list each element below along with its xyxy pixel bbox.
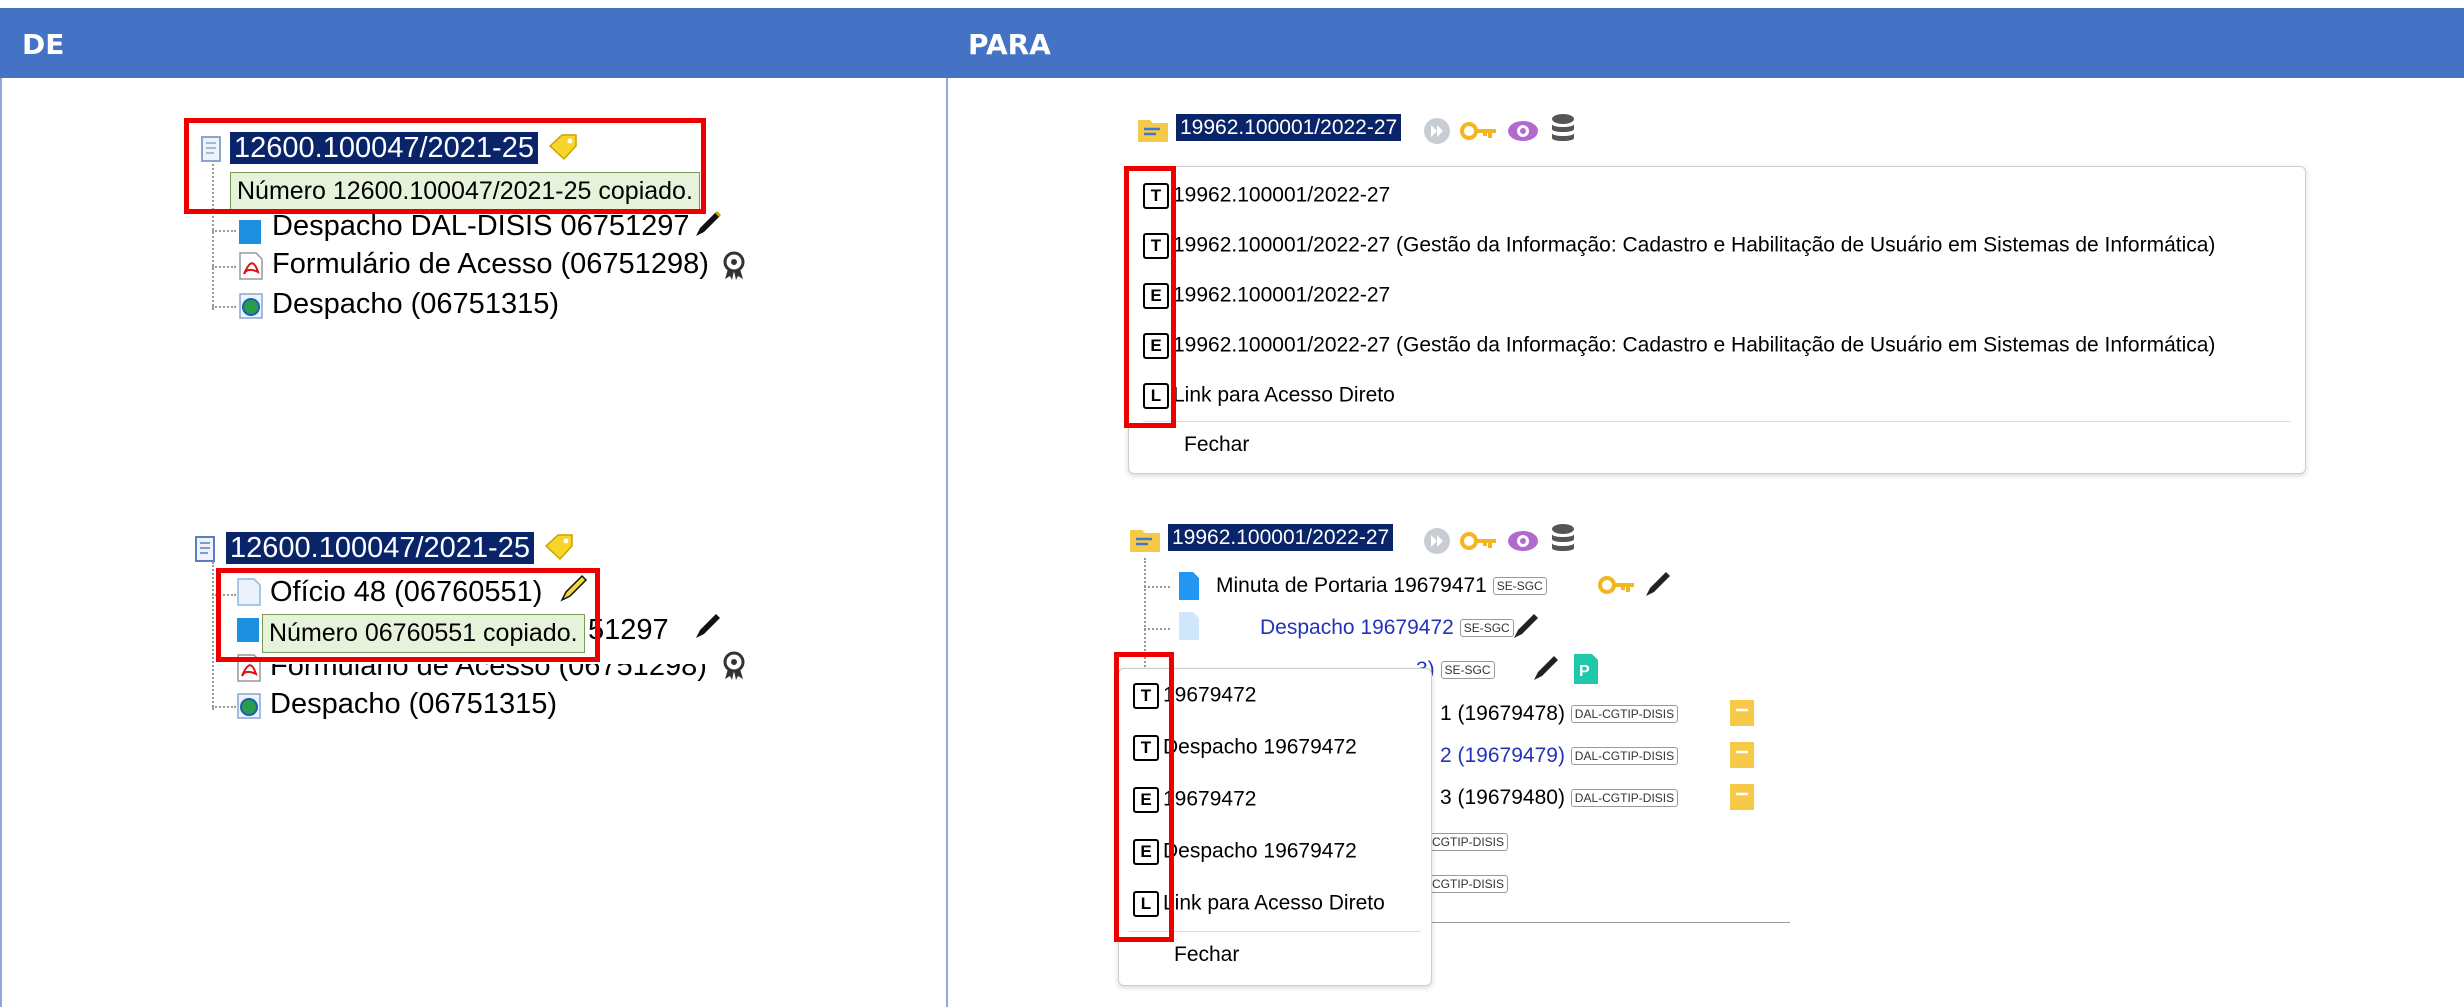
archive-icon[interactable] [1728, 698, 1756, 728]
tree-line [1144, 586, 1170, 588]
unit-tag: DAL-CGTIP-DISIS [1570, 789, 1679, 808]
process-number[interactable]: 12600.100047/2021-25 [226, 532, 534, 564]
tree-separator [1430, 922, 1790, 923]
unit-tag: CGTIP-DISIS [1428, 875, 1509, 894]
certificate-icon[interactable] [718, 650, 750, 682]
unit-tag: CGTIP-DISIS [1428, 833, 1509, 852]
menu-item-copy-number-description[interactable]: T 19962.100001/2022-27 (Gestão da Informa… [1143, 233, 2215, 259]
tree-line [212, 230, 236, 232]
pen-icon[interactable] [690, 610, 724, 644]
doc-partial-4[interactable]: 1 (19679478) [1440, 702, 1565, 725]
process-number[interactable]: 19962.100001/2022-27 [1168, 524, 1394, 551]
document-icon [239, 220, 261, 244]
folder-icon[interactable] [1136, 114, 1170, 144]
eye-icon[interactable] [1506, 526, 1540, 556]
tree-line [212, 266, 236, 268]
doc-minuta[interactable]: Minuta de Portaria 19679471 [1216, 574, 1487, 597]
eye-icon[interactable] [1506, 116, 1540, 146]
folder-icon[interactable] [1128, 524, 1162, 554]
key-icon[interactable] [1460, 526, 1500, 556]
unit-tag: DAL-CGTIP-DISIS [1570, 705, 1679, 724]
web-document-icon [239, 293, 263, 319]
doc-despacho[interactable]: Despacho 19679472 [1260, 616, 1454, 639]
publish-icon[interactable]: P [1572, 652, 1600, 686]
menu-separator [1143, 421, 2291, 422]
fast-forward-icon[interactable] [1422, 526, 1452, 556]
process-number[interactable]: 19962.100001/2022-27 [1176, 114, 1402, 141]
pdf-icon [239, 252, 263, 280]
tag-icon[interactable] [542, 532, 576, 562]
tree-line [212, 706, 236, 708]
para-header: PARA [968, 28, 1051, 61]
tree-line [212, 562, 214, 710]
copy-menu: T 19962.100001/2022-27 T 19962.100001/2022… [1128, 166, 2306, 474]
doc-partial-6[interactable]: 3 (19679480) [1440, 786, 1565, 809]
unit-tag: SE-SGC [1492, 577, 1547, 596]
fast-forward-icon[interactable] [1422, 116, 1452, 146]
pen-icon[interactable] [1528, 652, 1562, 686]
pen-icon[interactable] [1508, 610, 1542, 644]
menu-item-editor-number-description[interactable]: E 19962.100001/2022-27 (Gestão da Informa… [1143, 333, 2215, 359]
key-icon[interactable] [1460, 116, 1500, 146]
doc-formulario[interactable]: Formulário de Acesso (06751298) [272, 248, 709, 281]
doc-despacho[interactable]: Despacho (06751315) [270, 688, 557, 721]
archive-icon[interactable] [1728, 740, 1756, 770]
menu-item-direct-link[interactable]: L Link para Acesso Direto [1143, 383, 1395, 409]
document-icon [1179, 612, 1199, 640]
highlight-box [216, 568, 600, 662]
menu-close-button[interactable]: Fechar [1174, 943, 1239, 967]
database-icon[interactable] [1548, 522, 1578, 556]
unit-tag: DAL-CGTIP-DISIS [1570, 747, 1679, 766]
column-divider [946, 78, 948, 1007]
menu-item-editor-number[interactable]: E 19962.100001/2022-27 [1143, 283, 1390, 309]
unit-tag: SE-SGC [1459, 619, 1514, 638]
highlight-box [1124, 166, 1176, 428]
highlight-box [1114, 652, 1174, 942]
key-icon[interactable] [1598, 570, 1638, 600]
highlight-box [184, 118, 706, 214]
tree-line [1144, 628, 1170, 630]
menu-close-button[interactable]: Fechar [1184, 433, 1249, 457]
left-border [0, 78, 2, 1007]
database-icon[interactable] [1548, 112, 1578, 146]
certificate-icon[interactable] [718, 250, 750, 282]
process-icon[interactable] [190, 534, 222, 564]
header-bar: DE PARA [0, 8, 2464, 78]
archive-icon[interactable] [1728, 782, 1756, 812]
doc-partial-5[interactable]: 2 (19679479) [1440, 744, 1565, 767]
svg-text:P: P [1579, 663, 1590, 680]
web-document-icon [237, 693, 261, 719]
tree-line [212, 306, 236, 308]
doc-despacho-dal[interactable]: Despacho DAL-DISIS 06751297 [272, 210, 690, 243]
menu-item-copy-number[interactable]: T 19962.100001/2022-27 [1143, 183, 1390, 209]
doc-despacho-partial[interactable]: 51297 [588, 614, 669, 647]
doc-despacho[interactable]: Despacho (06751315) [272, 288, 559, 321]
unit-tag: SE-SGC [1440, 661, 1495, 680]
de-header: DE [22, 28, 65, 61]
document-icon [1179, 572, 1199, 600]
pen-icon[interactable] [1640, 568, 1674, 602]
